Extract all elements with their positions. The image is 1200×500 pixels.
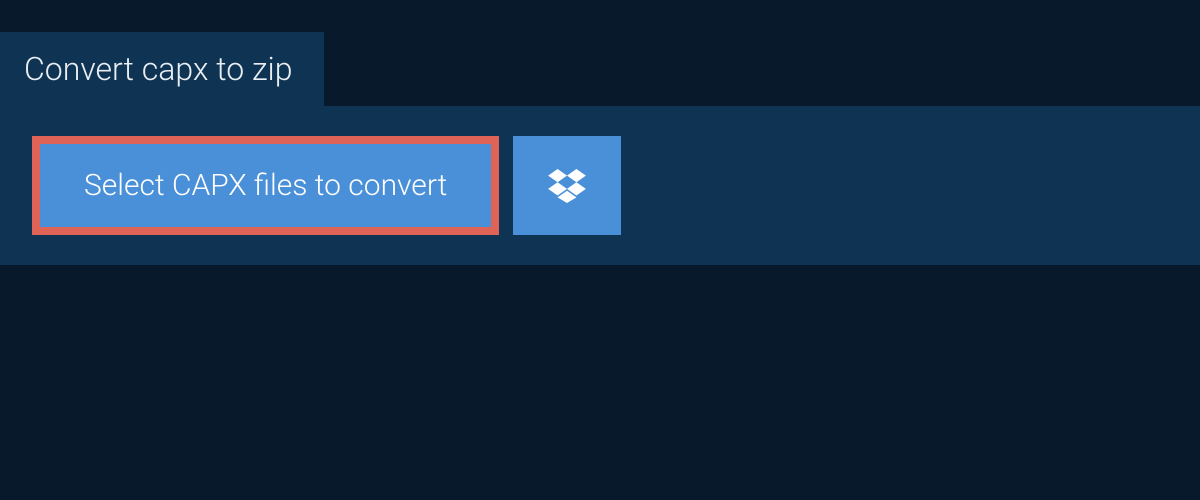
- converter-panel: Select CAPX files to convert: [0, 106, 1200, 265]
- select-files-label: Select CAPX files to convert: [84, 168, 447, 203]
- button-row: Select CAPX files to convert: [32, 136, 1168, 235]
- dropbox-icon: [548, 169, 586, 203]
- page-title: Convert capx to zip: [24, 50, 292, 88]
- tab-header: Convert capx to zip: [0, 32, 324, 106]
- dropbox-button[interactable]: [513, 136, 621, 235]
- select-files-button[interactable]: Select CAPX files to convert: [32, 136, 499, 235]
